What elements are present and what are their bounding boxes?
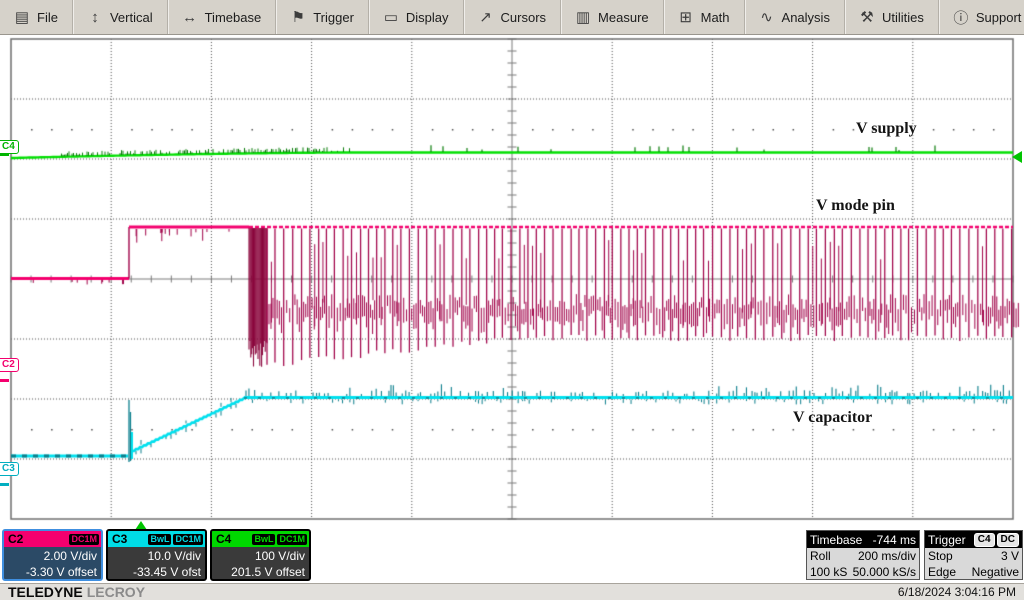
- menu-bar: ▤ File ↕ Vertical ↔ Timebase ⚑ Trigger ▭ Display ↗…: [0, 0, 1024, 35]
- utilities-icon: ⚒: [859, 8, 875, 26]
- channel-ground-tick-c4: [0, 153, 9, 156]
- channel-settings: 100 V/div201.5 V offset: [212, 547, 309, 580]
- channel-header: C2 DC1M: [4, 531, 101, 547]
- cursors-icon: ↗: [478, 8, 494, 26]
- timebase-tdiv: 200 ms/div: [858, 548, 916, 564]
- timebase-panel[interactable]: Timebase -744 ms Roll 200 ms/div 100 kS …: [806, 530, 920, 580]
- trace-label-v-capacitor: V capacitor: [793, 409, 872, 427]
- offset: -33.45 V ofst: [108, 564, 201, 580]
- menu-item-label: Trigger: [313, 10, 354, 25]
- coupling-badge: DC1M: [277, 534, 307, 545]
- channel-descriptor-c3[interactable]: C3 BwLDC1M 10.0 V/div-33.45 V ofst: [106, 529, 207, 581]
- channel-id: C2: [8, 532, 23, 546]
- menu-item-label: File: [37, 10, 58, 25]
- volts-per-div: 10.0 V/div: [108, 548, 201, 564]
- trigger-level: 3 V: [1001, 548, 1019, 564]
- channel-descriptor-c4[interactable]: C4 BwLDC1M 100 V/div201.5 V offset: [210, 529, 311, 581]
- timebase-rate: 50.000 kS/s: [853, 564, 916, 580]
- trigger-type: Edge: [928, 564, 956, 580]
- menu-item-math[interactable]: ⊞ Math: [663, 0, 744, 34]
- trigger-panel[interactable]: Trigger C4 DC Stop 3 V Edge Negative: [924, 530, 1023, 580]
- channel-offset-indicator-c3[interactable]: C3: [0, 462, 19, 476]
- trigger-mode: Stop: [928, 548, 953, 564]
- measure-icon: ▥: [575, 8, 591, 26]
- teledyne-lecroy-logo: TELEDYNELECROY: [8, 584, 145, 600]
- volts-per-div: 2.00 V/div: [4, 548, 97, 564]
- status-bar: TELEDYNELECROY 6/18/2024 3:04:16 PM: [0, 583, 1024, 600]
- menu-item-file[interactable]: ▤ File: [0, 0, 72, 34]
- timebase-samples: 100 kS: [810, 564, 847, 580]
- oscilloscope-screen: V supply V mode pin V capacitor C4 C2 C3 ▤ Fi…: [0, 0, 1024, 600]
- volts-per-div: 100 V/div: [212, 548, 305, 564]
- channel-descriptor-c2[interactable]: C2 DC1M 2.00 V/div-3.30 V offset: [2, 529, 103, 581]
- analysis-icon: ∿: [759, 8, 775, 26]
- trigger-title: Trigger: [928, 533, 966, 547]
- channel-id: C3: [112, 532, 127, 546]
- trigger-source-badge: C4: [974, 533, 995, 547]
- menu-item-label: Timebase: [205, 10, 262, 25]
- timebase-mode: Roll: [810, 548, 831, 564]
- math-icon: ⊞: [678, 8, 694, 26]
- menu-item-label: Measure: [598, 10, 649, 25]
- vertical-icon: ↕: [87, 9, 103, 26]
- channel-ground-tick-c2: [0, 379, 9, 382]
- menu-item-label: Analysis: [782, 10, 830, 25]
- coupling-badge: DC1M: [69, 534, 99, 545]
- menu-item-label: Math: [701, 10, 730, 25]
- menu-item-cursors[interactable]: ↗ Cursors: [463, 0, 561, 34]
- file-icon: ▤: [14, 8, 30, 26]
- channel-ground-tick-c3: [0, 483, 9, 486]
- menu-item-label: Support: [976, 10, 1022, 25]
- menu-item-vertical[interactable]: ↕ Vertical: [72, 0, 167, 34]
- trigger-icon: ⚑: [290, 8, 306, 26]
- support-icon: ⓘ: [953, 7, 969, 28]
- display-icon: ▭: [383, 8, 399, 26]
- channel-id: C4: [216, 532, 231, 546]
- trace-label-v-supply: V supply: [856, 120, 917, 138]
- bwl-badge: BwL: [252, 534, 275, 545]
- graticule-canvas[interactable]: [0, 0, 1024, 600]
- menu-item-timebase[interactable]: ↔ Timebase: [167, 0, 276, 34]
- offset: -3.30 V offset: [4, 564, 97, 580]
- channel-header: C3 BwLDC1M: [108, 531, 205, 547]
- menu-item-label: Vertical: [110, 10, 153, 25]
- menu-item-label: Cursors: [501, 10, 547, 25]
- menu-item-utilities[interactable]: ⚒ Utilities: [844, 0, 938, 34]
- bwl-badge: BwL: [148, 534, 171, 545]
- channel-offset-indicator-c4[interactable]: C4: [0, 140, 19, 154]
- menu-item-analysis[interactable]: ∿ Analysis: [744, 0, 844, 34]
- trigger-coupling-badge: DC: [997, 533, 1019, 547]
- channel-offset-indicator-c2[interactable]: C2: [0, 358, 19, 372]
- timebase-delay: -744 ms: [873, 533, 916, 547]
- trigger-level-marker[interactable]: [1012, 151, 1022, 163]
- menu-item-label: Display: [406, 10, 449, 25]
- channel-header: C4 BwLDC1M: [212, 531, 309, 547]
- coupling-badge: DC1M: [173, 534, 203, 545]
- waveform-display[interactable]: V supply V mode pin V capacitor C4 C2 C3: [0, 0, 1024, 600]
- channel-settings: 10.0 V/div-33.45 V ofst: [108, 547, 205, 580]
- trigger-slope: Negative: [972, 564, 1019, 580]
- datetime: 6/18/2024 3:04:16 PM: [898, 585, 1016, 599]
- offset: 201.5 V offset: [212, 564, 305, 580]
- menu-item-measure[interactable]: ▥ Measure: [560, 0, 663, 34]
- menu-item-label: Utilities: [882, 10, 924, 25]
- trace-label-v-mode-pin: V mode pin: [816, 197, 895, 215]
- channel-settings: 2.00 V/div-3.30 V offset: [4, 547, 101, 580]
- menu-item-support[interactable]: ⓘ Support: [938, 0, 1024, 34]
- menu-item-display[interactable]: ▭ Display: [368, 0, 463, 34]
- timebase-title: Timebase: [810, 533, 862, 547]
- menu-item-trigger[interactable]: ⚑ Trigger: [275, 0, 368, 34]
- timebase-icon: ↔: [182, 9, 198, 26]
